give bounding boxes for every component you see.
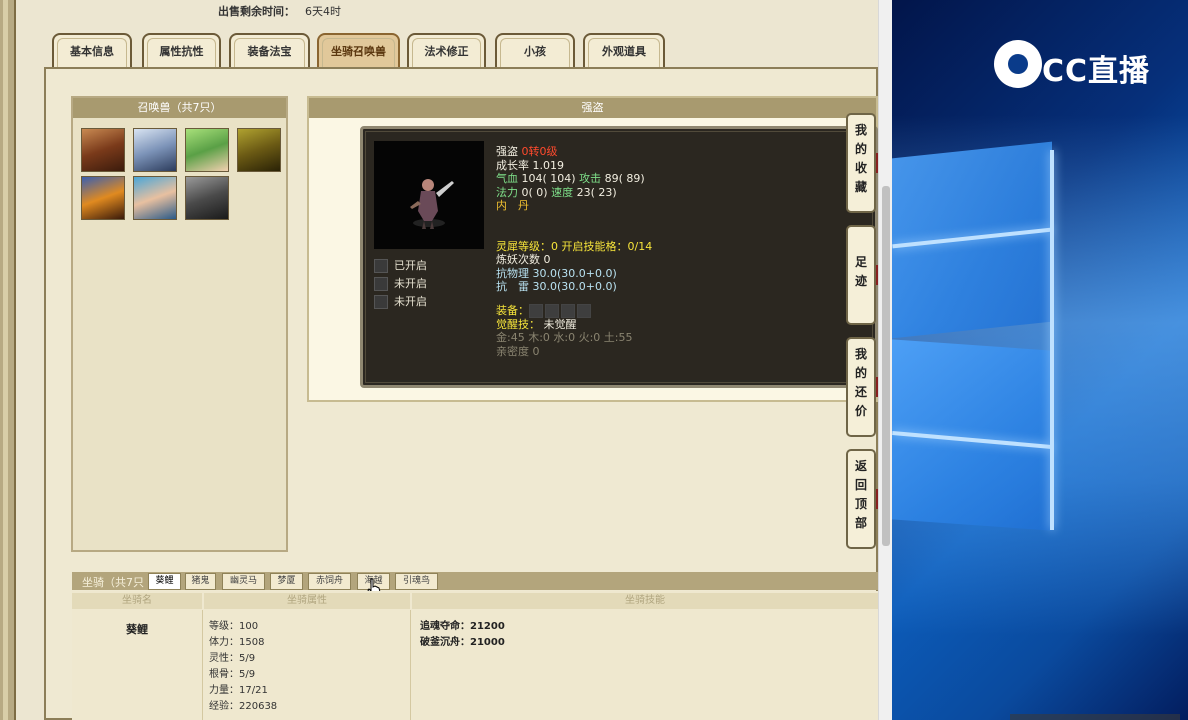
scrollbar-thumb[interactable]: [882, 186, 890, 546]
mount-tab[interactable]: 梦厦: [270, 573, 303, 590]
sale-time: 出售剩余时间： 6天4时: [218, 3, 341, 19]
mount-tab-bar: 坐骑（共7只 葵鲤 猪鬼 幽灵马 梦厦 赤饲舟 海越 引魂鸟: [72, 572, 878, 590]
skill-slot-3: 未开启: [374, 293, 427, 309]
refine-count: 炼妖次数 0: [496, 253, 551, 266]
spd-label: 速度: [551, 185, 574, 199]
mount-tab[interactable]: 引魂鸟: [395, 573, 438, 590]
mp-label: 法力: [496, 185, 518, 199]
mount-attr: 根骨：5/9: [209, 669, 256, 680]
atk-value: 89( 89): [604, 172, 645, 185]
skill-slot-2: 未开启: [374, 275, 427, 291]
mount-attr: 经验：220638: [209, 701, 278, 712]
back-to-top-button[interactable]: 返回顶部: [846, 449, 880, 549]
spirit-level: 灵犀等级：0 开启技能格：0/14: [496, 239, 653, 253]
summon-list-panel: 召唤兽（共7只）: [71, 96, 288, 552]
back-to-top-button-label: 返回顶部: [854, 459, 867, 530]
equip-slot[interactable]: [577, 303, 591, 318]
tab-child[interactable]: 小孩: [495, 33, 575, 67]
atk-label: 攻击: [579, 172, 602, 185]
equip-slot[interactable]: [545, 303, 559, 318]
summon-list-title: 召唤兽（共7只）: [73, 98, 286, 118]
summon-level: 0转0级: [521, 145, 558, 158]
tab-basic-info[interactable]: 基本信息: [52, 33, 132, 67]
five-elements: 金:45 木:0 水:0 火:0 土:55: [496, 331, 633, 344]
cc-logo-icon: [994, 40, 1042, 88]
hp-label: 气血: [496, 172, 518, 185]
summon-avatar[interactable]: [81, 128, 125, 172]
mount-attr: 力量：17/21: [209, 685, 268, 696]
equip-slot[interactable]: [561, 303, 575, 318]
history-button[interactable]: 足迹: [846, 225, 880, 325]
tab-mount-summon[interactable]: 坐骑召唤兽: [317, 33, 400, 67]
summon-avatar[interactable]: [81, 176, 125, 220]
favorites-button-label: 我的收藏: [854, 123, 867, 194]
my-offers-button-label: 我的还价: [854, 347, 867, 418]
intimacy: 亲密度 0: [496, 344, 540, 358]
sale-time-label: 出售剩余时间：: [218, 5, 295, 18]
mount-col-attr-header: 坐骑属性: [204, 593, 410, 609]
mount-attr: 等级：100: [209, 621, 259, 632]
summon-avatar[interactable]: [237, 128, 281, 172]
tab-attributes[interactable]: 属性抗性: [142, 33, 221, 67]
taskbar-edge: [1010, 714, 1180, 720]
my-offers-button[interactable]: 我的还价: [846, 337, 880, 437]
mount-attr: 体力：1508: [209, 637, 265, 648]
mount-attrs: 等级：100 体力：1508 灵性：5/9 根骨：5/9 力量：17/21 经验…: [209, 619, 277, 715]
mount-tab[interactable]: 葵鲤: [148, 573, 181, 590]
neidan-label: 内 丹: [496, 199, 529, 212]
sale-time-value: 6天4时: [305, 5, 341, 18]
hp-value: 104( 104): [521, 172, 576, 185]
summon-stats: 强盗 0转0级 成长率 1.019 气血 104( 104) 攻击 89( 89…: [496, 145, 652, 358]
mount-tab[interactable]: 幽灵马: [222, 573, 265, 590]
wallpaper-light: [1050, 150, 1054, 530]
desktop-wallpaper: CC直播: [892, 0, 1188, 720]
awaken-label: 觉醒技：: [496, 317, 540, 331]
skill-slot-icon: [374, 295, 388, 309]
summon-portrait: [374, 141, 484, 249]
skill-slot-state: 未开启: [394, 277, 427, 290]
summon-avatar[interactable]: [185, 176, 229, 220]
summon-avatar[interactable]: [133, 128, 177, 172]
mount-table: 坐骑名 坐骑属性 坐骑技能 葵鲤 等级：100 体力：1508 灵性：5/9 根…: [72, 591, 878, 720]
mount-tab[interactable]: 猪鬼: [185, 573, 216, 590]
summon-detail-title: 强盗: [309, 98, 876, 118]
resist-thunder: 抗 雷 30.0(30.0+0.0): [496, 280, 617, 293]
left-border: [0, 0, 16, 720]
mount-section-title: 坐骑（共7只: [82, 576, 144, 589]
resist-physical: 抗物理 30.0(30.0+0.0): [496, 266, 617, 280]
skill-slot-state: 已开启: [394, 259, 427, 272]
summon-avatar[interactable]: [133, 176, 177, 220]
mount-skill: 追魂夺命：21200: [420, 621, 505, 632]
tab-appearance[interactable]: 外观道具: [583, 33, 665, 67]
mount-attr: 灵性：5/9: [209, 653, 256, 664]
awaken-value: 未觉醒: [543, 317, 577, 331]
spd-value: 23( 23): [576, 185, 617, 199]
mount-name: 葵鲤: [126, 623, 148, 636]
summon-info-card: 已开启 未开启 未开启 强盗 0转0级 成长率 1.019 气血 104( 10…: [360, 126, 878, 388]
mount-tab[interactable]: 赤饲舟: [308, 573, 351, 590]
skill-slot-1: 已开启: [374, 257, 427, 273]
page-scrollbar[interactable]: [878, 0, 892, 720]
tab-equipment[interactable]: 装备法宝: [229, 33, 310, 67]
mount-skill: 破釜沉舟：21000: [420, 637, 505, 648]
equip-label: 装备：: [496, 303, 529, 317]
mount-skills: 追魂夺命：21200 破釜沉舟：21000: [420, 619, 505, 651]
favorites-button[interactable]: 我的收藏: [846, 113, 880, 213]
skill-slot-state: 未开启: [394, 295, 427, 308]
skill-slot-icon: [374, 277, 388, 291]
tab-spell-correction[interactable]: 法术修正: [407, 33, 486, 67]
mount-col-skill-header: 坐骑技能: [412, 593, 878, 609]
mp-value: 0( 0): [521, 185, 548, 199]
mount-col-name-header: 坐骑名: [72, 593, 202, 609]
summon-avatar[interactable]: [185, 128, 229, 172]
summon-growth: 成长率 1.019: [496, 158, 564, 172]
equip-slot[interactable]: [529, 303, 543, 318]
history-button-label: 足迹: [854, 255, 867, 288]
stream-brand: CC直播: [1042, 54, 1151, 89]
summon-name: 强盗: [496, 145, 518, 158]
skill-slot-icon: [374, 259, 388, 273]
